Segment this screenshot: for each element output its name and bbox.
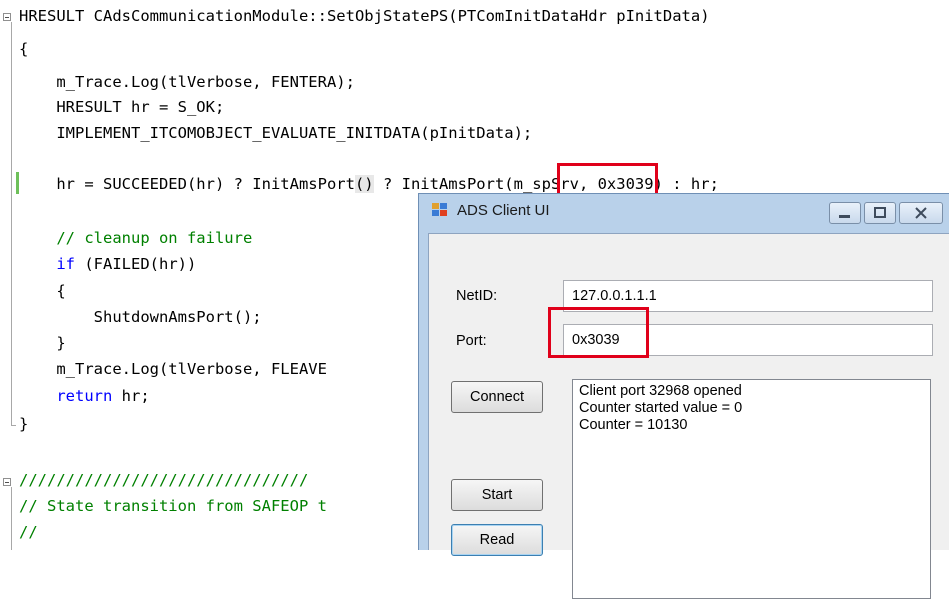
code-line-return: return hr; <box>56 387 150 405</box>
minimize-button[interactable] <box>829 202 861 224</box>
code-line-hresult: HRESULT hr = S_OK; <box>19 98 225 116</box>
code-line-trace-leave: m_Trace.Log(tlVerbose, FLEAVE <box>19 360 327 378</box>
minimize-icon <box>839 215 850 218</box>
start-button[interactable]: Start <box>451 479 543 511</box>
read-button[interactable]: Read <box>451 524 543 556</box>
outline-guide-comment <box>11 487 12 550</box>
code-line-signature: HRESULT CAdsCommunicationModule::SetObjS… <box>19 7 710 25</box>
code-line-if-failed: if (FAILED(hr)) <box>56 255 197 273</box>
window-title: ADS Client UI <box>457 202 550 219</box>
code-line-shutdown: ShutdownAmsPort(); <box>19 308 262 326</box>
client-area: NetID: 127.0.0.1.1.1 Port: 0x3039 Connec… <box>428 233 949 599</box>
code-line-initdata: IMPLEMENT_ITCOMOBJECT_EVALUATE_INITDATA(… <box>19 124 533 142</box>
outline-guide <box>11 22 12 426</box>
app-icon <box>432 203 447 216</box>
code-line-comment-cleanup: // cleanup on failure <box>19 229 253 247</box>
port-label: Port: <box>456 333 487 349</box>
collapse-toggle-function[interactable] <box>3 13 11 21</box>
log-line: Client port 32968 opened <box>579 383 742 399</box>
code-line-open-brace-2: { <box>19 282 66 300</box>
collapse-toggle-comment[interactable] <box>3 478 11 486</box>
netid-label: NetID: <box>456 288 498 304</box>
maximize-icon <box>874 207 886 218</box>
code-line-trace-enter: m_Trace.Log(tlVerbose, FENTERA); <box>19 73 355 91</box>
code-line-comment-state: // State transition from SAFEOP t <box>19 497 327 515</box>
title-bar[interactable]: ADS Client UI <box>419 194 949 227</box>
maximize-button[interactable] <box>864 202 896 224</box>
connect-button[interactable]: Connect <box>451 381 543 413</box>
log-line: Counter = 10130 <box>579 417 688 433</box>
ads-client-window: ADS Client UI NetID: 127.0.0.1.1.1 Port:… <box>418 193 949 599</box>
close-icon <box>915 207 927 219</box>
log-line: Counter started value = 0 <box>579 400 743 416</box>
code-line-comment-end: // <box>19 523 38 541</box>
code-line-open-brace: { <box>19 40 29 58</box>
code-line-close-brace: } <box>19 415 29 433</box>
outline-end-tick <box>11 425 16 426</box>
close-button[interactable] <box>899 202 943 224</box>
code-line-close-brace-2: } <box>19 334 66 352</box>
output-log[interactable]: Client port 32968 opened Counter started… <box>572 379 931 599</box>
port-highlight-box-dialog <box>548 307 649 358</box>
code-line-separator: /////////////////////////////// <box>19 471 309 489</box>
